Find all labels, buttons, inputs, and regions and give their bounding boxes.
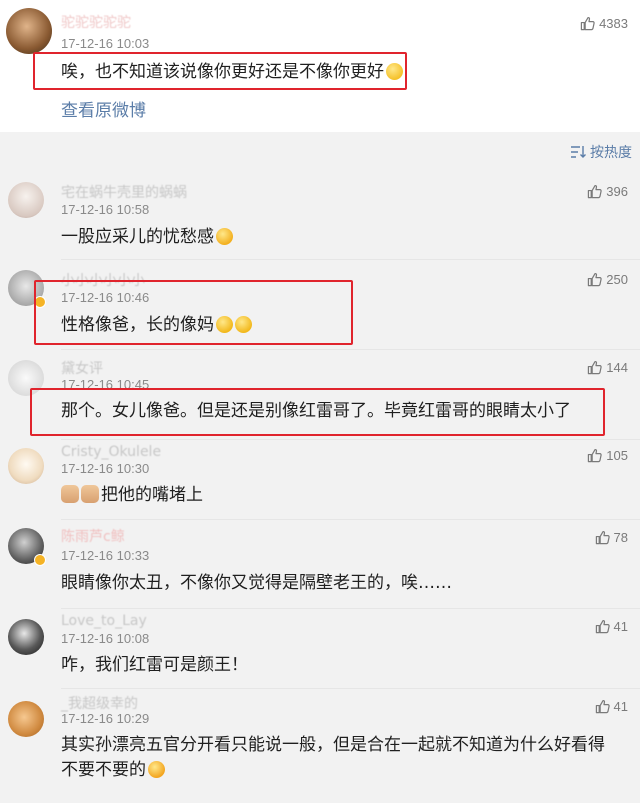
divider	[61, 349, 640, 350]
thumbs-up-icon	[595, 699, 610, 714]
divider	[61, 259, 640, 260]
comment-text: 咋，我们红雷可是颜王！	[61, 655, 248, 675]
like-count: 78	[613, 530, 628, 545]
timestamp: 17-12-16 10:45	[61, 377, 150, 392]
like-button[interactable]: 105	[587, 448, 628, 463]
comment-text: 性格像爸，长的像妈	[61, 312, 252, 338]
comment-text: 眼睛像你太丑，不像你又觉得是隔壁老王的，唉……	[61, 573, 452, 593]
like-count: 105	[606, 448, 628, 463]
sweat-emoji-icon	[148, 761, 165, 778]
thumbs-up-icon	[587, 448, 602, 463]
divider	[61, 608, 640, 609]
sort-by-hot-button[interactable]: 按热度	[570, 142, 632, 162]
username[interactable]: _我超级幸的	[61, 693, 138, 713]
thinking-emoji-icon	[216, 316, 233, 333]
avatar[interactable]	[8, 448, 44, 484]
like-button[interactable]: 41	[595, 619, 628, 634]
timestamp: 17-12-16 10:03	[61, 36, 150, 51]
laughing-emoji-icon	[216, 228, 233, 245]
username[interactable]: 黛女评	[61, 358, 103, 378]
like-count: 41	[613, 699, 628, 714]
thumbs-up-icon	[595, 619, 610, 634]
timestamp: 17-12-16 10:58	[61, 202, 150, 217]
view-original-link[interactable]: 查看原微博	[61, 96, 146, 121]
smile-emoji-icon	[386, 63, 403, 80]
like-button[interactable]: 144	[587, 360, 628, 375]
thumbs-up-icon	[587, 272, 602, 287]
featured-comment: 驼驼驼驼驼 17-12-16 10:03 4383 唉，也不知道该说像你更好还是…	[0, 0, 640, 132]
like-button[interactable]: 78	[595, 530, 628, 545]
comment-text: 那个。女儿像爸。但是还是别像红雷哥了。毕竟红雷哥的眼睛太小了	[61, 401, 571, 421]
like-count: 144	[606, 360, 628, 375]
timestamp: 17-12-16 10:30	[61, 461, 150, 476]
like-count: 250	[606, 272, 628, 287]
comment-text-continued: 不要不要的	[61, 757, 165, 783]
like-button[interactable]: 396	[587, 184, 628, 199]
comment-text: 其实孙漂亮五官分开看只能说一般，但是合在一起就不知道为什么好看得	[61, 735, 605, 755]
avatar[interactable]	[8, 360, 44, 396]
timestamp: 17-12-16 10:33	[61, 548, 150, 563]
username[interactable]: 驼驼驼驼驼	[61, 12, 131, 32]
verified-badge-icon	[34, 554, 46, 566]
timestamp: 17-12-16 10:29	[61, 711, 150, 726]
divider	[61, 519, 640, 520]
cat-emoji-icon	[81, 485, 99, 503]
divider	[61, 688, 640, 689]
comment-text: 一股应采儿的忧愁感	[61, 224, 233, 250]
comment-text: 唉，也不知道该说像你更好还是不像你更好	[61, 59, 403, 85]
avatar[interactable]	[8, 619, 44, 655]
avatar[interactable]	[8, 701, 44, 737]
sort-label: 按热度	[590, 145, 632, 161]
cat-emoji-icon	[61, 485, 79, 503]
username[interactable]: 宅在蜗牛壳里的蜗蜗	[61, 182, 187, 202]
divider	[61, 439, 640, 440]
like-button[interactable]: 4383	[580, 16, 628, 31]
thumbs-up-icon	[595, 530, 610, 545]
like-count: 41	[613, 619, 628, 634]
username[interactable]: 小小小小小小	[61, 270, 145, 290]
avatar[interactable]	[8, 182, 44, 218]
avatar[interactable]	[6, 8, 52, 54]
thumbs-up-icon	[580, 16, 595, 31]
thumbs-up-icon	[587, 184, 602, 199]
thumbs-up-icon	[587, 360, 602, 375]
like-count: 396	[606, 184, 628, 199]
like-count: 4383	[599, 16, 628, 31]
like-button[interactable]: 41	[595, 699, 628, 714]
username[interactable]: Cristy_Okulele	[61, 444, 161, 460]
thinking-emoji-icon	[235, 316, 252, 333]
sort-bar: 按热度	[0, 132, 640, 170]
verified-badge-icon	[34, 296, 46, 308]
comment-text: 把他的嘴堵上	[61, 482, 203, 508]
timestamp: 17-12-16 10:46	[61, 290, 150, 305]
sort-icon	[571, 146, 586, 158]
timestamp: 17-12-16 10:08	[61, 631, 150, 646]
username[interactable]: 陈雨芦c鲸	[61, 526, 125, 546]
username[interactable]: Love_to_Lay	[61, 613, 147, 629]
like-button[interactable]: 250	[587, 272, 628, 287]
